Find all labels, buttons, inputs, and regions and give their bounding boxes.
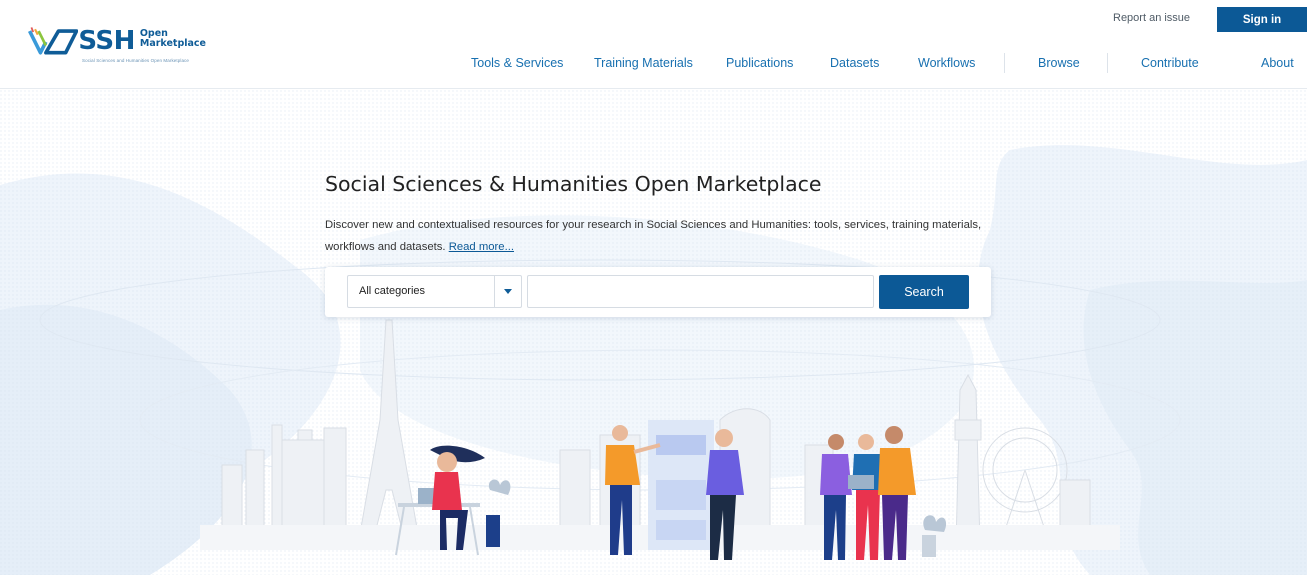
category-select-value: All categories — [359, 285, 426, 297]
logo-ssh-text: SSH — [78, 26, 135, 56]
hero-title: Social Sciences & Humanities Open Market… — [325, 172, 822, 196]
report-issue-link[interactable]: Report an issue — [1113, 12, 1190, 24]
search-button[interactable]: Search — [879, 275, 969, 309]
category-select-divider — [494, 276, 495, 307]
ssh-logo-icon — [27, 27, 79, 55]
site-logo[interactable]: SSH Open Marketplace Social Sciences and… — [26, 24, 206, 66]
nav-datasets[interactable]: Datasets — [830, 56, 879, 70]
nav-about[interactable]: About — [1261, 56, 1294, 70]
hero-illustration — [200, 319, 1120, 560]
read-more-link[interactable]: Read more... — [449, 241, 514, 253]
hero-description: Discover new and contextualised resource… — [325, 214, 985, 258]
nav-divider — [1107, 53, 1108, 73]
nav-contribute[interactable]: Contribute — [1141, 56, 1199, 70]
nav-browse[interactable]: Browse — [1038, 56, 1080, 70]
site-header: SSH Open Marketplace Social Sciences and… — [0, 0, 1307, 89]
search-input[interactable] — [527, 275, 874, 308]
nav-divider — [1004, 53, 1005, 73]
hero-section: Social Sciences & Humanities Open Market… — [0, 90, 1307, 575]
nav-workflows[interactable]: Workflows — [918, 56, 975, 70]
nav-publications[interactable]: Publications — [726, 56, 793, 70]
logo-marketplace-text: Marketplace — [139, 38, 206, 49]
chevron-down-icon[interactable] — [504, 289, 512, 294]
hero-description-text: Discover new and contextualised resource… — [325, 219, 982, 253]
nav-tools-services[interactable]: Tools & Services — [471, 56, 563, 70]
search-bar: All categories Search — [325, 267, 991, 317]
sign-in-button[interactable]: Sign in — [1217, 7, 1307, 32]
category-select[interactable]: All categories — [347, 275, 522, 308]
logo-tagline: Social Sciences and Humanities Open Mark… — [82, 58, 190, 63]
logo-subtitle: Open Marketplace — [140, 29, 206, 49]
nav-training-materials[interactable]: Training Materials — [594, 56, 693, 70]
